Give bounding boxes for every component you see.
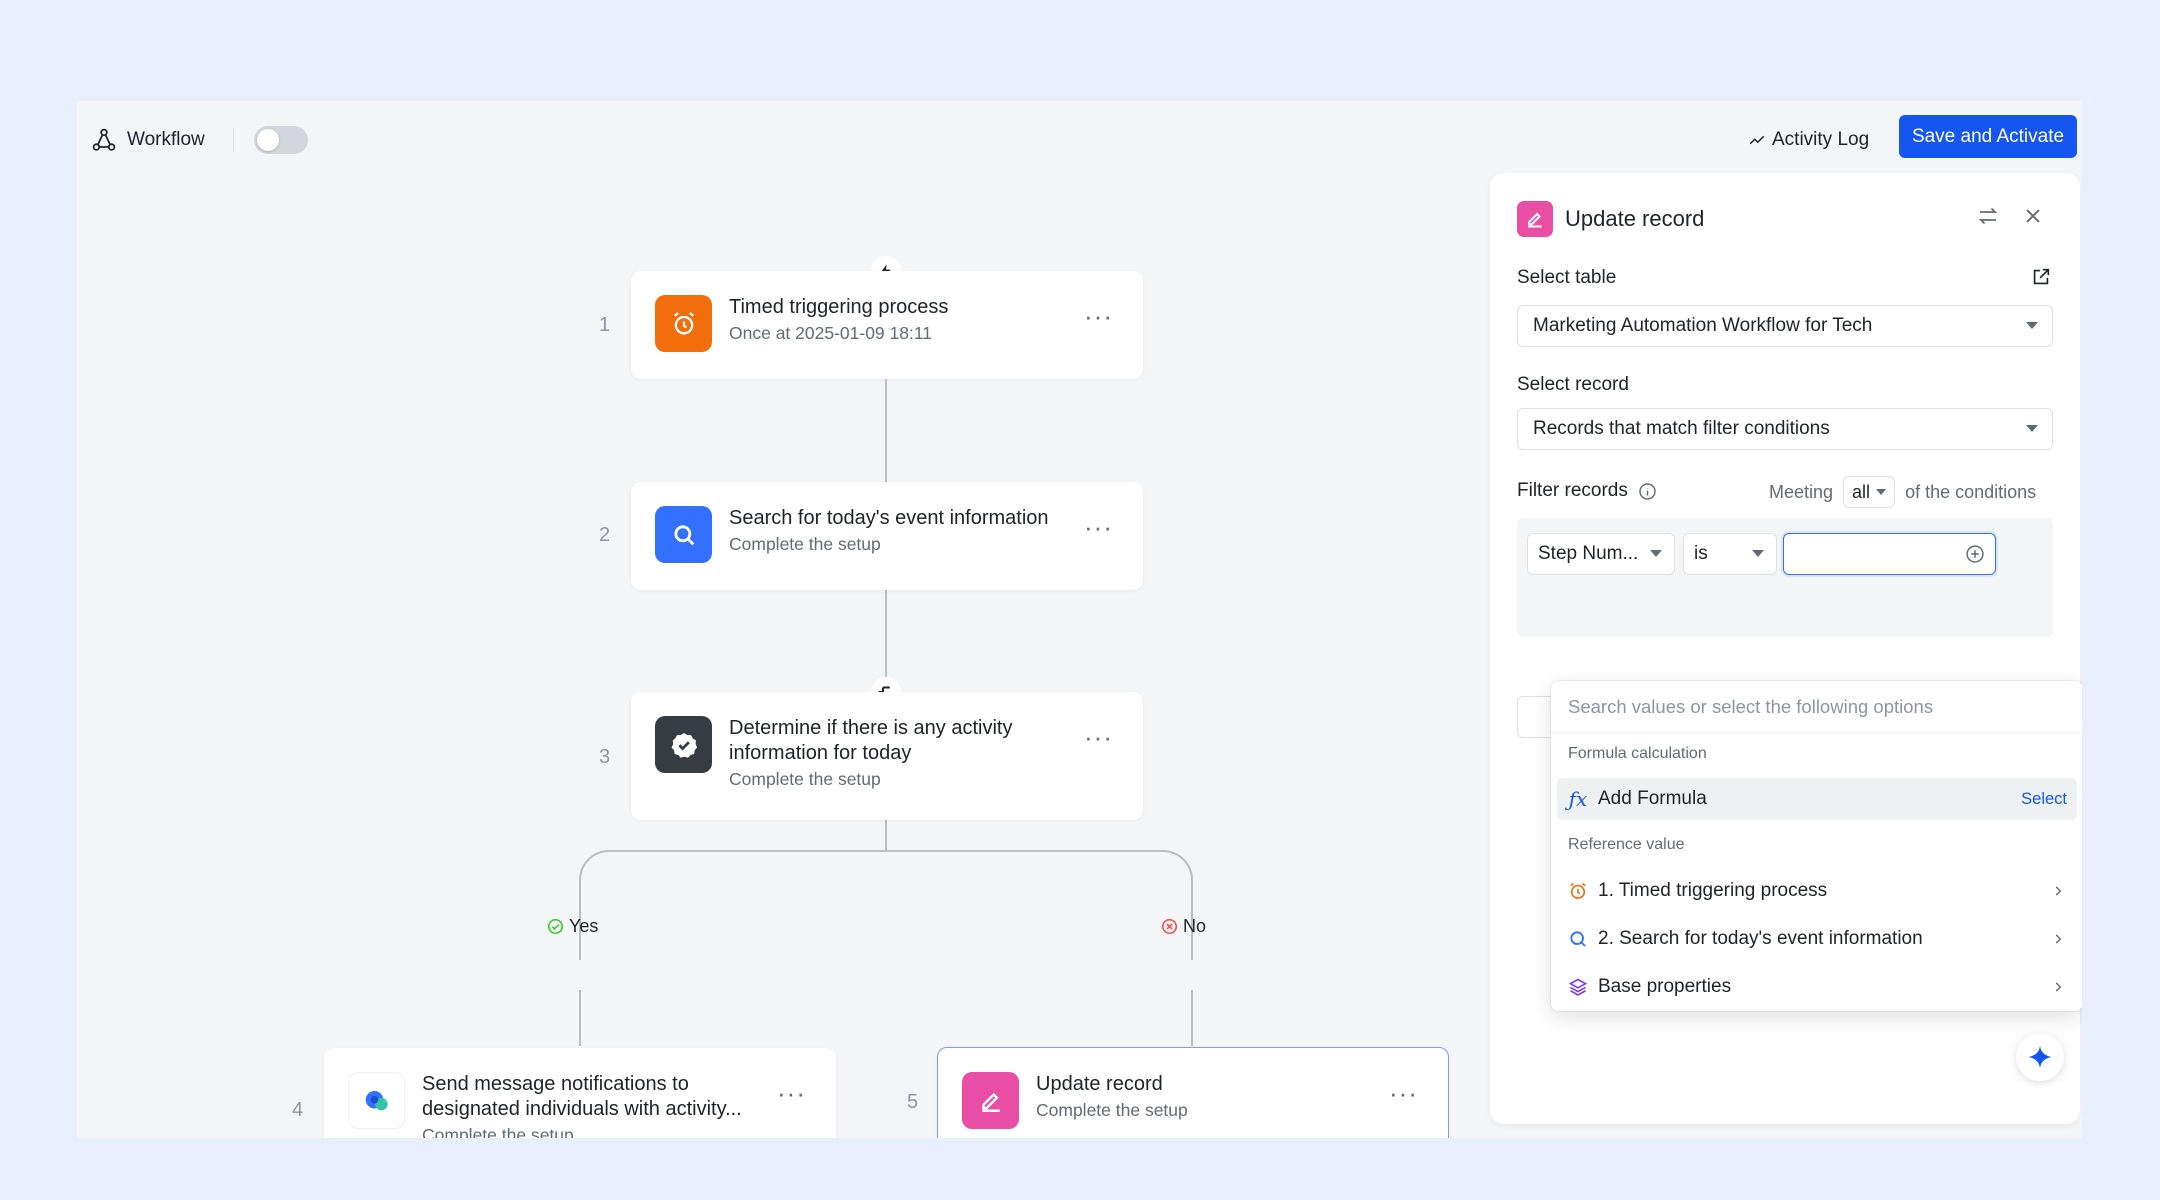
step-number: 2: [599, 524, 611, 546]
sparkle-icon: [2028, 1045, 2052, 1069]
more-options-icon[interactable]: ···: [1084, 514, 1113, 540]
chevron-down-icon: [1876, 489, 1887, 495]
dropdown-search-input[interactable]: Search values or select the following op…: [1551, 681, 2082, 733]
step-card-timed-trigger[interactable]: Timed triggering process Once at 2025-01…: [631, 271, 1143, 379]
divider: [232, 128, 234, 152]
select-table-dropdown[interactable]: Marketing Automation Workflow for Tech: [1517, 305, 2053, 347]
workflow-icon: [92, 128, 116, 151]
group-formula-label: Formula calculation: [1568, 745, 1707, 762]
filter-value-input[interactable]: [1783, 533, 1996, 575]
chevron-down-icon: [1650, 550, 1662, 557]
step-card-update-record[interactable]: Update record Complete the setup ···: [937, 1047, 1449, 1138]
branch-connector-right: [885, 850, 1193, 890]
chevron-down-icon: [2026, 322, 2038, 329]
select-record-label: Select record: [1517, 374, 1629, 395]
more-options-icon[interactable]: ···: [1389, 1080, 1418, 1106]
step-title-line1: Determine if there is any activity: [729, 717, 1013, 739]
branch-yes-label: Yes: [547, 916, 598, 937]
add-circle-icon[interactable]: [1965, 544, 1985, 564]
add-formula-option[interactable]: ƒx Add Formula Select: [1557, 778, 2077, 820]
step-subtitle: Once at 2025-01-09 18:11: [729, 323, 933, 343]
step-title-line2: designated individuals with activity...: [422, 1098, 742, 1120]
step-number: 3: [599, 746, 611, 768]
chevron-right-icon: [2055, 934, 2062, 944]
connector: [885, 377, 887, 482]
connector: [1191, 990, 1193, 1046]
select-table-label: Select table: [1517, 267, 1617, 288]
step-subtitle: Complete the setup: [1036, 1100, 1188, 1120]
step-number: 5: [907, 1091, 919, 1113]
reference-option-search[interactable]: 2. Search for today's event information: [1557, 918, 2077, 960]
step-subtitle: Complete the setup: [729, 769, 881, 789]
step-card-send-message[interactable]: Send message notifications to designated…: [324, 1048, 836, 1138]
select-table-value: Marketing Automation Workflow for Tech: [1533, 315, 1873, 336]
check-circle-icon: [547, 918, 564, 935]
filter-records-label: Filter records: [1517, 480, 1657, 502]
activity-log-button[interactable]: Activity Log: [1748, 123, 1869, 157]
search-icon: [1567, 928, 1589, 950]
alarm-clock-icon: [655, 295, 712, 352]
reference-option-base-properties[interactable]: Base properties: [1557, 966, 2077, 1008]
workflow-enable-toggle[interactable]: [253, 126, 308, 154]
value-options-dropdown: Search values or select the following op…: [1551, 681, 2082, 1011]
ai-assistant-button[interactable]: [2016, 1033, 2064, 1081]
chevron-right-icon: [2055, 982, 2062, 992]
meeting-conditions: Meeting all of the conditions: [1769, 476, 2036, 508]
branch-no-label: No: [1161, 916, 1206, 937]
search-icon: [655, 506, 712, 563]
alarm-clock-icon: [1567, 880, 1589, 902]
connector: [579, 990, 581, 1046]
filter-condition-row: Step Num... is: [1517, 518, 2053, 637]
close-icon[interactable]: [2021, 204, 2045, 228]
more-options-icon[interactable]: ···: [1084, 724, 1113, 750]
filter-operator-select[interactable]: is: [1683, 533, 1777, 575]
select-record-dropdown[interactable]: Records that match filter conditions: [1517, 408, 2053, 450]
activity-log-label: Activity Log: [1772, 129, 1870, 150]
step-title-line2: information for today: [729, 742, 912, 764]
step-number: 1: [599, 314, 611, 336]
function-icon: ƒx: [1568, 787, 1588, 811]
layers-icon: [1567, 976, 1589, 998]
filter-field-select[interactable]: Step Num...: [1527, 533, 1675, 575]
step-title: Timed triggering process: [729, 296, 949, 318]
select-record-value: Records that match filter conditions: [1533, 418, 1830, 439]
check-badge-icon: [655, 716, 712, 773]
step-title: Update record: [1036, 1073, 1163, 1095]
edit-icon: [962, 1072, 1019, 1129]
step-title-line1: Send message notifications to: [422, 1073, 689, 1095]
step-number: 4: [292, 1099, 304, 1121]
step-card-search[interactable]: Search for today's event information Com…: [631, 482, 1143, 590]
chevron-right-icon: [2055, 886, 2062, 896]
group-reference-label: Reference value: [1568, 836, 1685, 853]
x-circle-icon: [1161, 918, 1178, 935]
workflow-label: Workflow: [127, 129, 205, 150]
workflow-header: Workflow: [91, 123, 308, 157]
chevron-down-icon: [1752, 550, 1764, 557]
more-options-icon[interactable]: ···: [1084, 303, 1113, 329]
info-icon[interactable]: [1638, 482, 1657, 501]
message-bubble-icon: [348, 1072, 405, 1129]
meeting-mode-select[interactable]: all: [1843, 476, 1896, 508]
reference-option-timed-trigger[interactable]: 1. Timed triggering process: [1557, 870, 2077, 912]
swap-icon[interactable]: [1976, 204, 2000, 228]
chevron-down-icon: [2026, 425, 2038, 432]
step-subtitle: Complete the setup: [422, 1125, 574, 1138]
step-subtitle: Complete the setup: [729, 534, 881, 554]
more-options-icon[interactable]: ···: [777, 1080, 806, 1106]
edit-icon: [1517, 201, 1553, 237]
connector: [885, 819, 887, 851]
open-external-icon[interactable]: [2030, 266, 2052, 288]
save-and-activate-button[interactable]: Save and Activate: [1899, 115, 2077, 158]
panel-title: Update record: [1565, 206, 1705, 231]
trend-line-icon: [1749, 135, 1765, 145]
branch-connector-left: [579, 850, 887, 890]
step-title: Search for today's event information: [729, 507, 1049, 529]
workflow-app: Workflow Activity Log Save and Activate …: [77, 101, 2082, 1138]
select-link[interactable]: Select: [2021, 790, 2067, 809]
step-card-condition[interactable]: Determine if there is any activity infor…: [631, 692, 1143, 820]
